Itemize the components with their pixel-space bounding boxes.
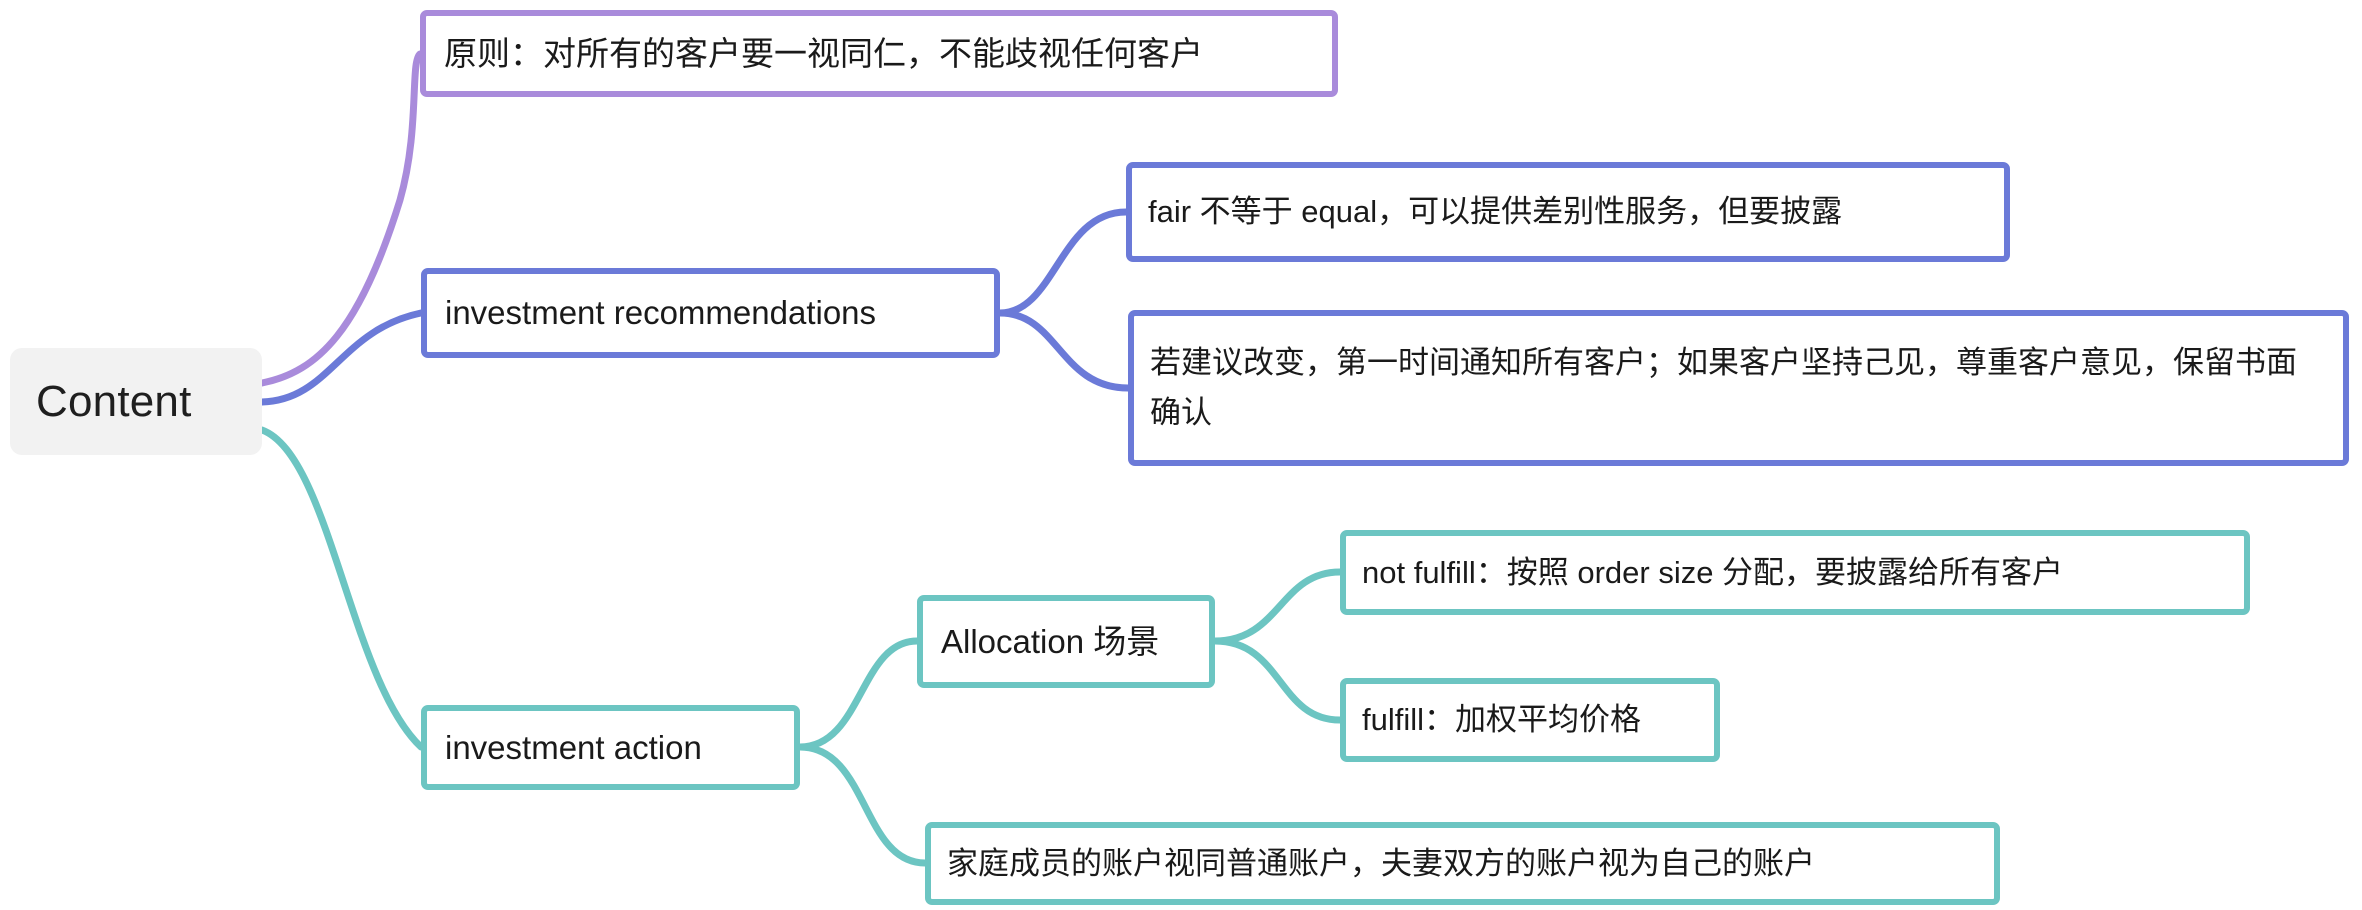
leaf-node-fair-not-equal[interactable]: fair 不等于 equal，可以提供差别性服务，但要披露 (1126, 162, 2010, 262)
leaf-node-not-fulfill-label: not fulfill：按照 order size 分配，要披露给所有客户 (1362, 554, 2064, 590)
edge-allocation-notfulfill (1211, 568, 1344, 645)
leaf-node-family-accounts-label: 家庭成员的账户视同普通账户，夫妻双方的账户视为自己的账户 (947, 845, 1815, 881)
leaf-node-advice-change-label: 若建议改变，第一时间通知所有客户；如果客户坚持己见，尊重客户意见，保留书面确认 (1150, 345, 2297, 430)
edge-recommendations-fair (996, 208, 1130, 317)
branch-node-investment-action-label: investment action (445, 728, 702, 766)
edge-action-family (796, 743, 929, 867)
leaf-node-family-accounts[interactable]: 家庭成员的账户视同普通账户，夫妻双方的账户视为自己的账户 (925, 822, 2000, 905)
root-node-label: Content (36, 376, 192, 426)
leaf-node-fair-not-equal-label: fair 不等于 equal，可以提供差别性服务，但要披露 (1148, 194, 1843, 230)
leaf-node-not-fulfill[interactable]: not fulfill：按照 order size 分配，要披露给所有客户 (1340, 530, 2250, 615)
leaf-node-fulfill[interactable]: fulfill：加权平均价格 (1340, 678, 1720, 762)
branch-node-investment-action[interactable]: investment action (421, 705, 800, 790)
branch-node-investment-recommendations-label: investment recommendations (445, 294, 877, 332)
leaf-node-fulfill-label: fulfill：加权平均价格 (1362, 702, 1642, 738)
branch-node-principle[interactable]: 原则：对所有的客户要一视同仁，不能歧视任何客户 (420, 10, 1338, 97)
edge-root-recommendations (258, 309, 425, 406)
edge-root-action (258, 426, 425, 751)
branch-node-principle-label: 原则：对所有的客户要一视同仁，不能歧视任何客户 (444, 34, 1203, 72)
branch-node-investment-recommendations[interactable]: investment recommendations (421, 268, 1000, 358)
mindmap-canvas: Content 原则：对所有的客户要一视同仁，不能歧视任何客户 investme… (0, 0, 2362, 910)
edge-recommendations-advice (996, 309, 1132, 392)
root-node-content[interactable]: Content (10, 348, 262, 455)
leaf-node-advice-change[interactable]: 若建议改变，第一时间通知所有客户；如果客户坚持己见，尊重客户意见，保留书面确认 (1128, 310, 2349, 466)
edge-action-allocation (796, 637, 921, 751)
edge-root-principle (258, 50, 424, 387)
branch-node-allocation-scenario-label: Allocation 场景 (941, 622, 1160, 660)
branch-node-allocation-scenario[interactable]: Allocation 场景 (917, 595, 1215, 688)
edge-allocation-fulfill (1211, 637, 1344, 724)
